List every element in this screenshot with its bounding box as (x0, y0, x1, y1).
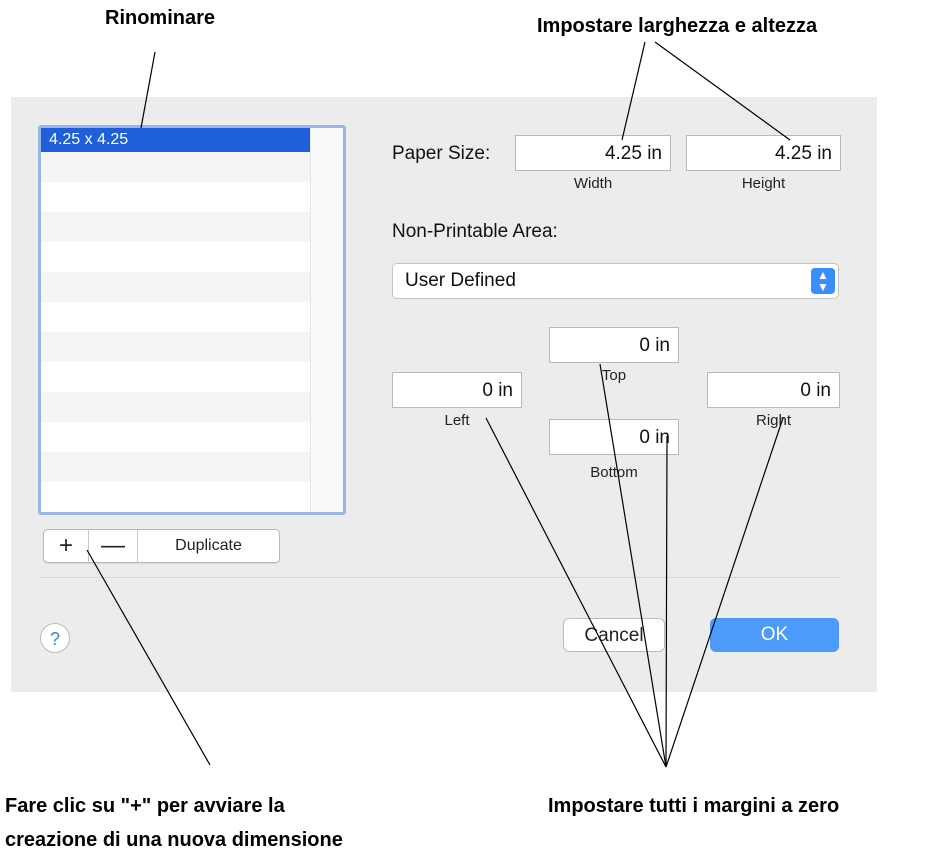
annotation-leader-lines (86, 41, 791, 768)
leader-line-width (621, 41, 646, 141)
annotation-click-plus: Fare clic su "+" per avviare la (5, 795, 285, 817)
leader-line-rename (140, 51, 156, 129)
leader-line-height (654, 41, 791, 141)
leader-line-right (665, 417, 784, 768)
leader-line-bottom (665, 435, 668, 768)
annotation-set-margins-zero: Impostare tutti i margini a zero (548, 795, 840, 817)
leader-line-plus (86, 549, 211, 766)
leader-line-top (599, 363, 667, 768)
leader-line-left (485, 417, 667, 768)
annotation-click-plus-line2: creazione di una nuova dimensione (5, 829, 343, 851)
